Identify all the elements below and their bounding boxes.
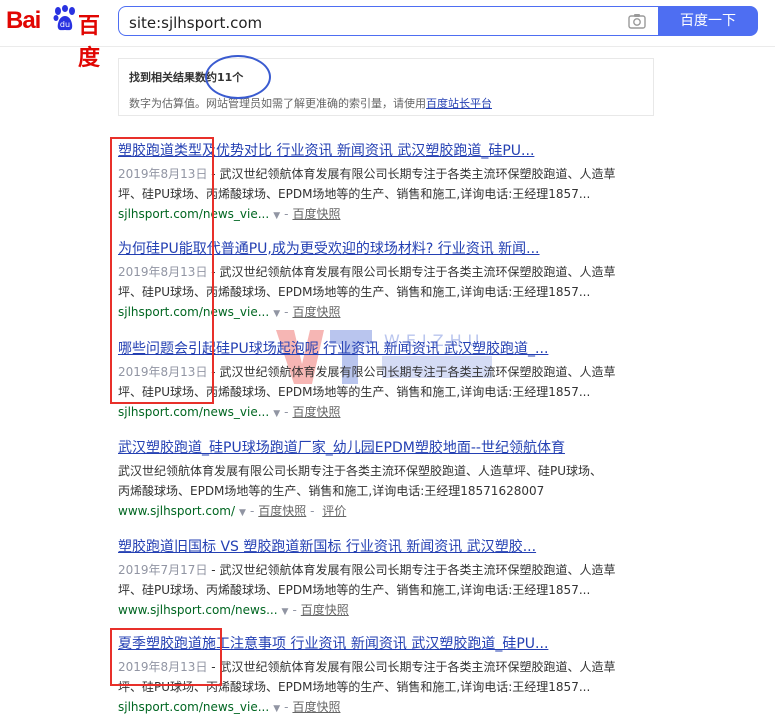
search-result: 塑胶跑道类型及优势对比 行业资讯 新闻资讯 武汉塑胶跑道_硅PU... 2019… [118,140,663,226]
result-count-tip: 找到相关结果数约11个 数字为估算值。网站管理员如需了解更准确的索引量，请使用百… [118,58,654,116]
cache-link[interactable]: 百度快照 [292,305,340,319]
result-url-row: sjlhsport.com/news_vie... ▼ - 百度快照 [118,204,663,226]
url-separator: - [284,700,289,714]
result-abstract-line2: 坪、硅PU球场、丙烯酸球场、EPDM场地等的生产、销售和施工,详询电话:王经理1… [118,187,591,201]
result-date: 2019年8月13日 [118,660,208,674]
tip-description-text: 数字为估算值。网站管理员如需了解更准确的索引量，请使用 [129,97,426,110]
result-abstract: 2019年8月13日 - 武汉世纪领航体育发展有限公司长期专注于各类主流环保塑胶… [118,262,663,302]
logo-cn: 百度 [78,14,101,71]
chevron-down-icon[interactable]: ▼ [273,211,280,221]
result-abstract-line2: 坪、硅PU球场、丙烯酸球场、EPDM场地等的生产、销售和施工,详询电话:王经理1… [118,680,591,694]
result-date: 2019年8月13日 [118,265,208,279]
search-result: 夏季塑胶跑道施工注意事项 行业资讯 新闻资讯 武汉塑胶跑道_硅PU... 201… [118,633,663,719]
cache-link[interactable]: 百度快照 [301,603,349,617]
chevron-down-icon[interactable]: ▼ [273,704,280,714]
result-date: 2019年8月13日 [118,365,208,379]
cache-link[interactable]: 百度快照 [292,405,340,419]
baidu-logo[interactable]: Bai du 百度 [6,4,110,71]
result-date: 2019年7月17日 [118,563,208,577]
result-url-row: www.sjlhsport.com/▼ - 百度快照 - 评价 [118,501,663,523]
chevron-down-icon[interactable]: ▼ [273,409,280,419]
chevron-down-icon[interactable]: ▼ [239,508,246,518]
result-title-link[interactable]: 为何硅PU能取代普通PU,成为更受欢迎的球场材料? 行业资讯 新闻... [118,238,663,260]
result-title-link[interactable]: 塑胶跑道类型及优势对比 行业资讯 新闻资讯 武汉塑胶跑道_硅PU... [118,140,663,162]
search-header: Bai du 百度 百度一下 [0,0,775,71]
result-abstract-line1: 武汉世纪领航体育发展有限公司长期专注于各类主流环保塑胶跑道、人造草 [219,265,616,279]
search-result: 塑胶跑道旧国标 VS 塑胶跑道新国标 行业资讯 新闻资讯 武汉塑胶... 201… [118,536,663,622]
result-abstract-line1: 武汉世纪领航体育发展有限公司长期专注于各类主流环保塑胶跑道、人造草 [219,167,616,181]
logo-latin: Bai [6,7,41,34]
result-abstract: 2019年7月17日 - 武汉世纪领航体育发展有限公司长期专注于各类主流环保塑胶… [118,560,663,600]
result-url-row: sjlhsport.com/news_vie... ▼ - 百度快照 [118,302,663,324]
result-url[interactable]: www.sjlhsport.com/ [118,504,235,518]
search-box [118,6,658,36]
result-title-link[interactable]: 武汉塑胶跑道_硅PU球场跑道厂家_幼儿园EPDM塑胶地面--世纪领航体育 [118,437,663,459]
result-abstract-line1: 武汉世纪领航体育发展有限公司长期专注于各类主流环保塑胶跑道、人造草 [219,660,616,674]
result-abstract: 2019年8月13日 - 武汉世纪领航体育发展有限公司长期专注于各类主流环保塑胶… [118,164,663,204]
review-link[interactable]: 评价 [322,504,346,518]
result-abstract: 武汉世纪领航体育发展有限公司长期专注于各类主流环保塑胶跑道、人造草坪、硅PU球场… [118,461,663,501]
cache-link[interactable]: 百度快照 [292,700,340,714]
result-url-row: sjlhsport.com/news_vie... ▼ - 百度快照 [118,402,663,424]
search-result: 哪些问题会引起硅PU球场起泡呢 行业资讯 新闻资讯 武汉塑胶跑道_... 201… [118,338,663,424]
chevron-down-icon[interactable]: ▼ [273,309,280,319]
url-separator: - [284,405,289,419]
camera-icon[interactable] [628,13,646,29]
result-url-row: www.sjlhsport.com/news... ▼ - 百度快照 [118,600,663,622]
webmaster-platform-link[interactable]: 百度站长平台 [426,97,492,110]
url-separator: - [292,603,297,617]
result-abstract: 2019年8月13日 - 武汉世纪领航体育发展有限公司长期专注于各类主流环保塑胶… [118,657,663,697]
result-url[interactable]: sjlhsport.com/news_vie... [118,700,269,714]
result-title-link[interactable]: 塑胶跑道旧国标 VS 塑胶跑道新国标 行业资讯 新闻资讯 武汉塑胶... [118,536,663,558]
result-title-link[interactable]: 哪些问题会引起硅PU球场起泡呢 行业资讯 新闻资讯 武汉塑胶跑道_... [118,338,663,360]
result-abstract-line2: 丙烯酸球场、EPDM场地等的生产、销售和施工,详询电话:王经理185716280… [118,484,545,498]
url-separator: - [249,504,255,518]
svg-text:du: du [60,20,70,29]
result-url-row: sjlhsport.com/news_vie... ▼ - 百度快照 [118,697,663,719]
result-url[interactable]: www.sjlhsport.com/news... [118,603,278,617]
tip-description: 数字为估算值。网站管理员如需了解更准确的索引量，请使用百度站长平台 [129,95,492,111]
url-separator: - [284,305,289,319]
result-title-link[interactable]: 夏季塑胶跑道施工注意事项 行业资讯 新闻资讯 武汉塑胶跑道_硅PU... [118,633,663,655]
result-url[interactable]: sjlhsport.com/news_vie... [118,305,269,319]
result-abstract: 2019年8月13日 - 武汉世纪领航体育发展有限公司长期专注于各类主流环保塑胶… [118,362,663,402]
cache-link[interactable]: 百度快照 [258,504,306,518]
search-button[interactable]: 百度一下 [658,6,758,36]
result-abstract-line2: 坪、硅PU球场、丙烯酸球场、EPDM场地等的生产、销售和施工,详询电话:王经理1… [118,385,591,399]
result-abstract-line2: 坪、硅PU球场、丙烯酸球场、EPDM场地等的生产、销售和施工,详询电话:王经理1… [118,285,591,299]
result-abstract-line1: 武汉世纪领航体育发展有限公司长期专注于各类主流环保塑胶跑道、人造草坪、硅PU球场… [118,464,603,478]
search-input[interactable] [127,12,621,34]
paw-logo-icon: du [53,5,75,31]
result-count: 找到相关结果数约11个 [129,71,244,84]
result-abstract-line2: 坪、硅PU球场、丙烯酸球场、EPDM场地等的生产、销售和施工,详询电话:王经理1… [118,583,591,597]
result-date: 2019年8月13日 [118,167,208,181]
result-abstract-line1: 武汉世纪领航体育发展有限公司长期专注于各类主流环保塑胶跑道、人造草 [219,365,616,379]
result-abstract-line1: 武汉世纪领航体育发展有限公司长期专注于各类主流环保塑胶跑道、人造草 [219,563,616,577]
search-result: 武汉塑胶跑道_硅PU球场跑道厂家_幼儿园EPDM塑胶地面--世纪领航体育 武汉世… [118,437,663,523]
url-separator: - [306,504,319,518]
url-separator: - [284,207,289,221]
result-url[interactable]: sjlhsport.com/news_vie... [118,405,269,419]
chevron-down-icon[interactable]: ▼ [282,607,289,617]
search-result: 为何硅PU能取代普通PU,成为更受欢迎的球场材料? 行业资讯 新闻... 201… [118,238,663,324]
result-url[interactable]: sjlhsport.com/news_vie... [118,207,269,221]
cache-link[interactable]: 百度快照 [292,207,340,221]
